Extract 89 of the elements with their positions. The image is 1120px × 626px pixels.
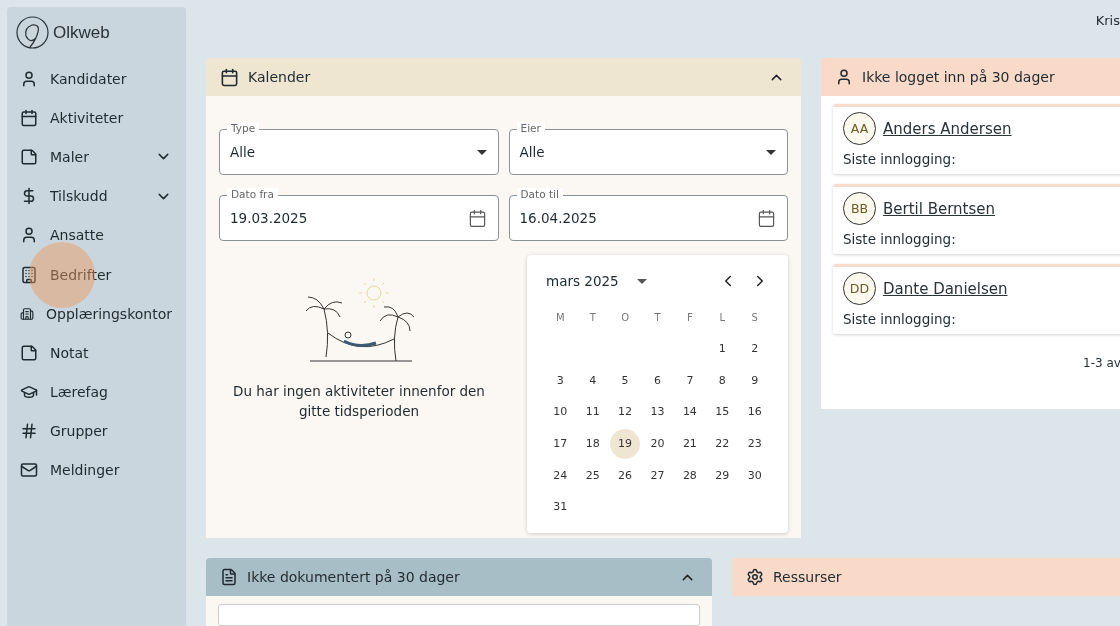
month-dropdown-button[interactable] (636, 278, 647, 284)
calendar-day[interactable]: 27 (642, 460, 673, 491)
calendar-day[interactable]: 11 (577, 397, 608, 427)
calendar-day[interactable]: 3 (545, 365, 576, 396)
sidebar-item[interactable]: Aktiviteter (7, 98, 186, 138)
sidebar-item[interactable]: Grupper (7, 411, 186, 451)
calendar-icon (220, 67, 239, 87)
calendar-day[interactable]: 30 (739, 460, 770, 491)
dropdown-arrow-icon (766, 149, 776, 155)
calendar-day[interactable]: 25 (577, 460, 608, 491)
card-title: Ikke dokumentert på 30 dager (247, 569, 461, 585)
calendar-day[interactable]: 22 (707, 428, 738, 459)
note-icon (20, 343, 38, 362)
avatar: AA (843, 112, 876, 145)
calendar-day[interactable]: 18 (577, 428, 608, 459)
calendar-day[interactable]: 24 (545, 460, 576, 491)
select-field[interactable]: Eier Alle (508, 122, 788, 175)
avatar: BB (843, 192, 876, 225)
calendar-day[interactable]: 31 (545, 491, 576, 522)
calendar-day[interactable]: 19 (610, 428, 641, 459)
last-login-label: Siste innlogging: (843, 311, 957, 327)
logo-icon (16, 16, 49, 49)
calendar-day[interactable]: 21 (674, 428, 705, 459)
weekday-label: O (620, 310, 631, 325)
calendar-day[interactable]: 20 (642, 428, 673, 459)
last-login-label: Siste innlogging: (843, 151, 957, 167)
avatar: DD (843, 272, 876, 305)
calendar-day[interactable]: 6 (642, 365, 673, 396)
calendar-icon (20, 108, 38, 127)
sidebar-item[interactable]: Meldinger (7, 450, 186, 491)
sidebar-item[interactable]: Maler (7, 137, 186, 177)
calendar-day[interactable]: 29 (707, 460, 738, 491)
calendar-day[interactable]: 28 (674, 460, 705, 491)
pagination-text: 1-3 av (1083, 356, 1120, 370)
dropdown-arrow-icon (636, 278, 647, 284)
building-icon (20, 265, 38, 284)
weekday-label: M (555, 310, 566, 325)
empty-message: Du har ingen aktiviteter innenfor den gitte tidsperioden (232, 382, 486, 421)
calendar-day[interactable]: 17 (545, 428, 576, 459)
settings-icon (746, 568, 764, 586)
card-title: Ressurser (773, 569, 843, 585)
calendar-day[interactable]: 13 (642, 397, 673, 427)
calendar-day[interactable]: 4 (577, 365, 608, 396)
sidebar-item[interactable]: Lærefag (7, 372, 186, 412)
dropdown-arrow-icon (476, 149, 487, 155)
mail-icon (20, 461, 38, 480)
note-icon (20, 147, 38, 166)
calendar-day[interactable]: 12 (610, 397, 641, 427)
calendar-day[interactable]: 1 (707, 333, 738, 364)
calendar-day[interactable]: 7 (674, 365, 705, 396)
document-icon (220, 568, 238, 586)
person-link[interactable]: Bertil Berntsen (883, 199, 996, 218)
calendar-day[interactable]: 5 (610, 365, 641, 396)
person-link[interactable]: Anders Andersen (883, 119, 1012, 138)
person-icon (835, 68, 853, 86)
sidebar-item[interactable]: Ansatte (7, 215, 186, 255)
date-field[interactable]: Dato fra 19.03.2025 (219, 188, 499, 241)
calendar-day[interactable]: 2 (739, 333, 770, 364)
select-field[interactable]: Type Alle (219, 122, 499, 175)
app-name: Olkweb (53, 22, 110, 43)
person-icon (20, 69, 38, 88)
calendar-day[interactable]: 10 (545, 397, 576, 427)
weekday-label: T (588, 310, 597, 325)
weekday-label: S (750, 310, 759, 325)
month-label: mars 2025 (546, 273, 619, 289)
card-title: Kalender (248, 69, 312, 85)
date-field[interactable]: Dato til 16.04.2025 (508, 188, 788, 241)
sidebar-item[interactable]: Notat (7, 333, 186, 373)
card-title: Ikke logget inn på 30 dager (862, 69, 1056, 85)
calendar-day[interactable]: 14 (674, 397, 705, 427)
calendar-day[interactable]: 8 (707, 365, 738, 396)
user-name: Kris (1095, 13, 1120, 28)
sidebar-item[interactable]: Tilskudd (7, 176, 186, 216)
sidebar-item[interactable]: Kandidater (7, 59, 186, 99)
sidebar-item[interactable]: Opplæringskontor (7, 294, 186, 334)
calendar-icon (467, 208, 487, 228)
calendar-day[interactable]: 9 (739, 365, 770, 396)
weekday-label: L (718, 310, 727, 325)
weekday-label: F (686, 310, 694, 325)
calendar-day[interactable]: 23 (739, 428, 770, 459)
calendar-day[interactable]: 15 (707, 397, 738, 427)
weekday-label: T (653, 310, 662, 325)
calendar-day[interactable]: 16 (739, 397, 770, 427)
last-login-label: Siste innlogging: (843, 231, 957, 247)
calendar-icon (757, 208, 776, 228)
hash-icon (20, 422, 38, 441)
calendar-day[interactable]: 26 (610, 460, 641, 491)
person-icon (20, 226, 38, 245)
person-link[interactable]: Dante Danielsen (883, 279, 1008, 298)
